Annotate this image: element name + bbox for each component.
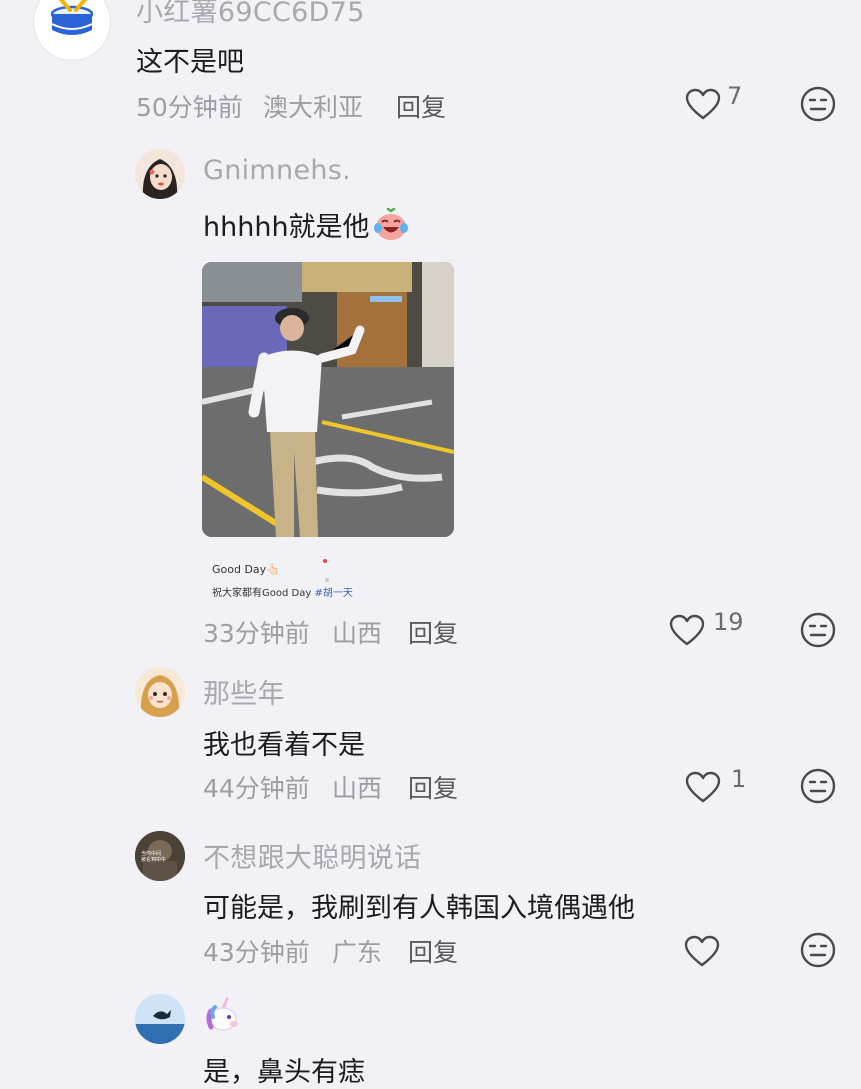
- attachment-caption-title: Good Day👆🏻: [212, 563, 280, 576]
- comment-text: 这不是吧: [136, 47, 244, 78]
- comment-time: 33分钟前: [203, 619, 310, 648]
- neutral-face-icon: [800, 86, 836, 122]
- unicorn-icon: [206, 997, 238, 1031]
- dislike-button[interactable]: [800, 932, 836, 972]
- girl-portrait-avatar: [135, 149, 185, 199]
- comment-text: 我也看着不是: [203, 730, 365, 761]
- heart-icon: [685, 771, 721, 803]
- like-count: 7: [727, 82, 743, 110]
- comment-username[interactable]: 不想跟大聪明说话: [203, 836, 421, 875]
- reply-button[interactable]: 回复: [396, 88, 446, 124]
- comment-location: 山西: [332, 774, 383, 803]
- comment-location: 山西: [332, 619, 383, 648]
- comment-text-content: hhhhh就是他: [203, 212, 370, 243]
- like-button[interactable]: [684, 935, 720, 967]
- laughing-tears-face-icon: [373, 207, 408, 240]
- reply-button[interactable]: 回复: [408, 614, 458, 650]
- avatar[interactable]: [34, 0, 110, 60]
- ocean-whale-avatar: [135, 994, 185, 1044]
- heart-icon: [685, 88, 721, 120]
- comment-location: 澳大利亚: [263, 93, 364, 122]
- drum-avatar-icon: [50, 0, 94, 35]
- hashtag-link[interactable]: #胡一天: [314, 588, 352, 599]
- avatar[interactable]: [135, 994, 185, 1044]
- dislike-button[interactable]: [800, 86, 836, 126]
- attachment-caption-body: 祝大家都有Good Day #胡一天: [212, 584, 353, 599]
- like-count: 19: [713, 608, 744, 636]
- neutral-face-icon: [800, 612, 836, 648]
- carousel-indicator: [323, 548, 337, 582]
- comment-time: 43分钟前: [203, 938, 310, 967]
- street-photo-man-in-bucket-hat: [202, 262, 454, 537]
- reply-button[interactable]: 回复: [408, 769, 458, 805]
- neutral-face-icon: [800, 932, 836, 968]
- heart-icon: [684, 935, 720, 967]
- avatar-overlay-text: 当你中间 被看到中午: [141, 851, 167, 863]
- avatar[interactable]: 当你中间 被看到中午: [135, 831, 185, 881]
- image-attachment[interactable]: [202, 262, 454, 537]
- attachment-caption-text: 祝大家都有Good Day: [212, 588, 315, 599]
- comment-username[interactable]: 小红薯69CC6D75: [136, 0, 365, 29]
- dislike-button[interactable]: [800, 768, 836, 808]
- avatar[interactable]: [135, 667, 185, 717]
- reply-button[interactable]: 回复: [408, 933, 458, 969]
- neutral-face-icon: [800, 768, 836, 804]
- comment-time: 50分钟前: [136, 93, 243, 122]
- avatar[interactable]: [135, 149, 185, 199]
- comment-time: 44分钟前: [203, 774, 310, 803]
- comment-username[interactable]: Gnimnehs.: [203, 155, 351, 186]
- comment-username[interactable]: 那些年: [203, 672, 285, 711]
- like-button[interactable]: 19: [669, 608, 744, 646]
- comment-text: 可能是，我刷到有人韩国入境偶遇他: [203, 893, 635, 924]
- like-button[interactable]: 7: [685, 82, 742, 120]
- comment-location: 广东: [332, 938, 383, 967]
- comment-username[interactable]: 🦄: [203, 997, 243, 1040]
- like-count: 1: [731, 765, 747, 793]
- like-button[interactable]: 1: [685, 765, 746, 803]
- heart-icon: [669, 614, 705, 646]
- cartoon-girl-avatar: [135, 667, 185, 717]
- dislike-button[interactable]: [800, 612, 836, 652]
- comment-text: 是，鼻头有痣: [203, 1057, 365, 1088]
- comment-text: hhhhh就是他: [203, 205, 410, 244]
